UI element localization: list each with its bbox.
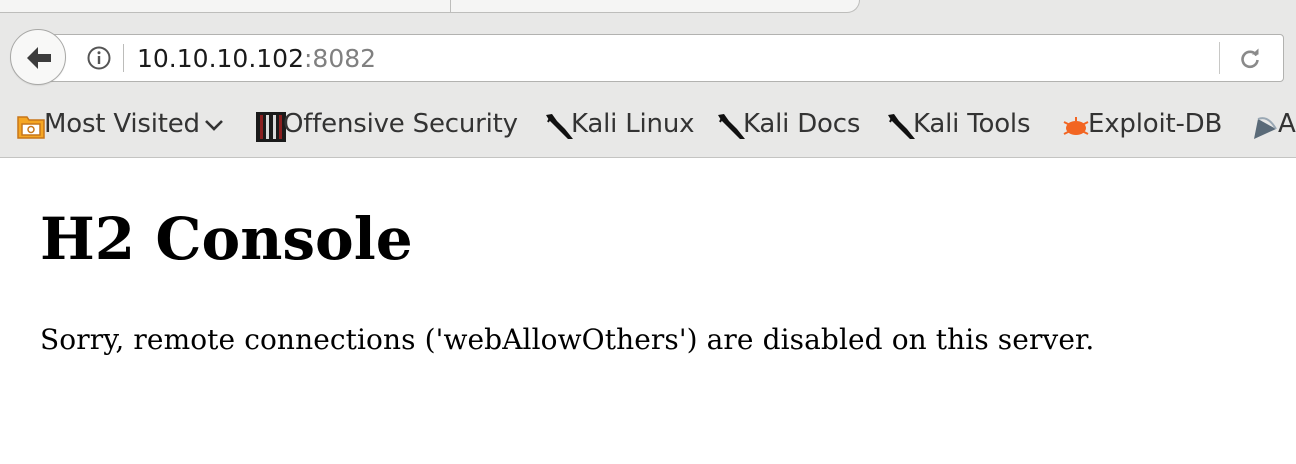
bookmark-most-visited[interactable]: Most Visited: [16, 104, 224, 144]
bookmark-label: Kali Docs: [743, 109, 861, 139]
exploit-db-bug-icon: [1060, 111, 1089, 137]
url-text[interactable]: 10.10.10.102:8082: [137, 44, 376, 74]
bookmark-aircrack[interactable]: A: [1250, 104, 1296, 144]
bookmark-label: Kali Tools: [913, 109, 1031, 139]
reload-icon[interactable]: [1239, 47, 1261, 69]
url-port: :8082: [304, 44, 377, 73]
kali-dragon-icon: [715, 111, 745, 139]
address-bar-end-separator: [1219, 42, 1220, 74]
bookmark-kali-tools[interactable]: Kali Tools: [885, 104, 1030, 144]
browser-chrome: 10.10.10.102:8082 Most Visited Offensive…: [0, 0, 1296, 158]
tab-strip: [0, 0, 1296, 14]
back-button[interactable]: [10, 29, 66, 85]
bookmark-label: Offensive Security: [283, 109, 518, 139]
bookmark-label: Exploit-DB: [1088, 109, 1223, 139]
address-bar[interactable]: 10.10.10.102:8082: [46, 34, 1284, 82]
url-host: 10.10.10.102: [137, 44, 304, 73]
tab-inactive[interactable]: [0, 0, 451, 13]
folder-icon: [16, 111, 45, 139]
offensive-security-icon: [255, 111, 286, 142]
page-title: H2 Console: [40, 205, 413, 273]
address-bar-separator: [123, 44, 124, 72]
error-message: Sorry, remote connections ('webAllowOthe…: [40, 323, 1095, 356]
bookmark-label: Most Visited: [44, 109, 200, 139]
kali-dragon-icon: [543, 111, 573, 139]
bookmark-exploit-db[interactable]: Exploit-DB: [1060, 104, 1222, 144]
info-icon[interactable]: [87, 46, 111, 70]
chevron-down-icon: [204, 109, 224, 139]
tab-active[interactable]: [450, 0, 860, 13]
back-arrow-icon: [27, 47, 51, 69]
bookmark-label: Kali Linux: [571, 109, 695, 139]
bookmark-label: A: [1278, 109, 1296, 139]
navigation-bar: 10.10.10.102:8082: [0, 14, 1296, 90]
bookmark-kali-docs[interactable]: Kali Docs: [715, 104, 860, 144]
bookmark-kali-linux[interactable]: Kali Linux: [543, 104, 694, 144]
aircrack-icon: [1250, 111, 1277, 139]
bookmarks-toolbar: Most Visited Offensive Security Kali Lin…: [0, 104, 1296, 144]
bookmark-offensive-security[interactable]: Offensive Security: [255, 104, 518, 144]
kali-dragon-icon: [885, 111, 915, 139]
